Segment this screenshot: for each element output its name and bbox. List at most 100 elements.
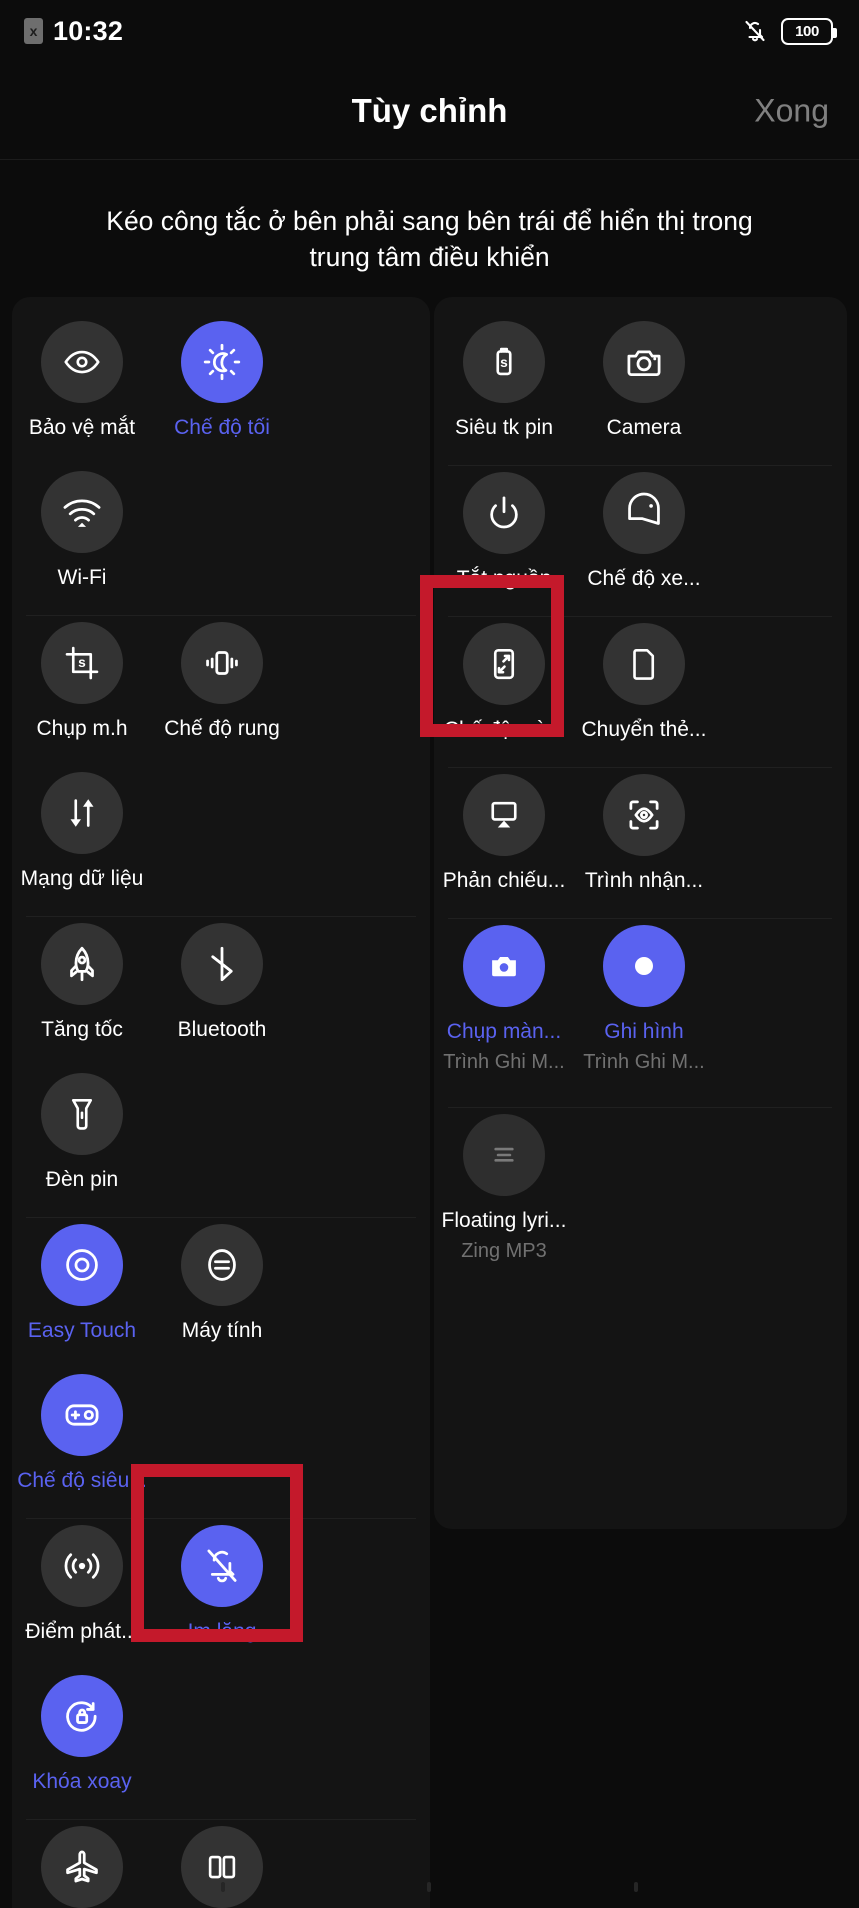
tile-trinh-nhan-dien[interactable]: Trình nhận... xyxy=(574,768,714,918)
eye-icon xyxy=(41,321,123,403)
bell-muted-icon xyxy=(181,1525,263,1607)
tile-panels: Bảo vệ mắt Chế độ tối Wi-Fi s Chụp m.h C… xyxy=(0,297,859,1908)
tile-phan-chieu[interactable]: Phản chiếu... xyxy=(434,768,574,918)
game-mode-icon xyxy=(41,1374,123,1456)
status-bar-clock: 10:32 xyxy=(53,15,124,46)
tile-label: Ghi hình xyxy=(604,1020,684,1043)
battery-full-icon: 100 xyxy=(781,17,837,45)
battery-percent-label: 100 xyxy=(795,22,819,40)
hidden-tiles-grid: s Siêu tk pin Camera Tắt nguồn Chế độ xe… xyxy=(434,315,847,1296)
tile-label: Đèn pin xyxy=(45,1168,119,1191)
tile-den-pin[interactable]: Đèn pin xyxy=(12,1067,152,1217)
tile-camera[interactable]: Camera xyxy=(574,315,714,465)
tile-diem-phat[interactable]: Điểm phát... xyxy=(12,1519,152,1669)
hidden-tiles-panel: s Siêu tk pin Camera Tắt nguồn Chế độ xe… xyxy=(433,297,847,1529)
calculator-icon xyxy=(181,1224,263,1306)
tile-sublabel: Trình Ghi M... xyxy=(583,1051,705,1074)
tile-label: Chụp m.h xyxy=(36,717,128,740)
tile-sublabel: Zing MP3 xyxy=(461,1240,547,1263)
bell-muted-icon xyxy=(743,18,767,44)
tile-che-do-rung[interactable]: Chế độ rung xyxy=(152,616,292,766)
tile-label: Chế độ siêu... xyxy=(17,1469,147,1492)
tile-che-do-sieu[interactable]: Chế độ siêu... xyxy=(12,1368,152,1518)
tile-che-do-xe[interactable]: Chế độ xe... xyxy=(574,466,714,616)
tile-bluetooth[interactable]: Bluetooth xyxy=(152,917,292,1067)
tile-label: Chế độ rung xyxy=(164,717,280,740)
tile-tach-man-hinh[interactable]: Tách màn h... xyxy=(152,1820,292,1908)
nav-dot xyxy=(633,1882,638,1892)
screen-mode-icon xyxy=(462,623,545,705)
tile-mang-du-lieu[interactable]: Mạng dữ liệu xyxy=(12,766,152,916)
tile-easy-touch[interactable]: Easy Touch xyxy=(12,1218,152,1368)
dark-mode-icon xyxy=(181,321,263,403)
rocket-boost-icon xyxy=(41,923,123,1005)
lyrics-lines-icon xyxy=(462,1114,545,1196)
screenshot-icon: s xyxy=(41,622,123,704)
status-bar: x 10:32 100 xyxy=(0,0,859,62)
tile-label: Chụp màn... xyxy=(446,1020,562,1043)
power-icon xyxy=(462,472,545,554)
tile-wifi[interactable]: Wi-Fi xyxy=(12,465,152,615)
wifi-icon xyxy=(41,471,123,553)
hotspot-icon xyxy=(41,1525,123,1607)
hint-text: Kéo công tắc ở bên phải sang bên trái để… xyxy=(106,206,753,272)
tile-may-tinh[interactable]: Máy tính xyxy=(152,1218,292,1368)
tile-label: Im lặng xyxy=(187,1620,257,1643)
tile-chuyen-the[interactable]: Chuyển thẻ... xyxy=(574,617,714,767)
page-title: Tùy chỉnh xyxy=(351,91,508,129)
tile-ghi-hinh[interactable]: Ghi hình Trình Ghi M... xyxy=(574,919,714,1107)
tile-che-do-toi[interactable]: Chế độ tối xyxy=(152,315,292,465)
navigation-hint-bar xyxy=(0,1882,859,1892)
tile-sieu-tk-pin[interactable]: s Siêu tk pin xyxy=(434,315,574,465)
svg-text:s: s xyxy=(78,655,86,670)
tile-label: Điểm phát... xyxy=(25,1620,139,1643)
tile-label: Floating lyri... xyxy=(441,1209,567,1232)
tile-khoa-xoay[interactable]: Khóa xoay xyxy=(12,1669,152,1819)
vibrate-icon xyxy=(181,622,263,704)
tile-bao-ve-mat[interactable]: Bảo vệ mắt xyxy=(12,315,152,465)
svg-text:s: s xyxy=(500,355,508,370)
enabled-tiles-grid: Bảo vệ mắt Chế độ tối Wi-Fi s Chụp m.h C… xyxy=(12,315,430,1908)
mobile-data-icon xyxy=(41,772,123,854)
tile-tat-nguon[interactable]: Tắt nguồn xyxy=(434,466,574,616)
tile-label: Camera xyxy=(606,416,682,439)
rotation-lock-icon xyxy=(41,1675,123,1757)
airplane-icon xyxy=(41,1826,123,1908)
tile-tang-toc[interactable]: Tăng tốc xyxy=(12,917,152,1067)
record-dot-icon xyxy=(602,925,685,1007)
tile-label: Bluetooth xyxy=(177,1018,267,1041)
split-screen-icon xyxy=(181,1826,263,1908)
tile-sublabel: Trình Ghi M... xyxy=(443,1051,565,1074)
tile-label: Chế độ xe... xyxy=(587,567,701,590)
scan-eye-icon xyxy=(602,774,685,856)
tile-label: Mạng dữ liệu xyxy=(20,867,144,890)
tile-chup-man-hinh[interactable]: Chụp màn... Trình Ghi M... xyxy=(434,919,574,1107)
camera-filled-icon xyxy=(462,925,545,1007)
tile-label: Chế độ mà... xyxy=(443,718,565,741)
battery-super-saver-icon: s xyxy=(462,321,545,403)
tile-floating-lyrics[interactable]: Floating lyri... Zing MP3 xyxy=(434,1108,574,1296)
status-bar-left: x 10:32 xyxy=(24,16,123,47)
tile-label: Phản chiếu... xyxy=(442,869,566,892)
nav-dot xyxy=(221,1882,226,1892)
sim-card-icon xyxy=(602,623,685,705)
flashlight-icon xyxy=(41,1073,123,1155)
done-button[interactable]: Xong xyxy=(754,92,829,129)
tile-label: Trình nhận... xyxy=(584,869,704,892)
tile-che-do-man-hinh[interactable]: Chế độ mà... xyxy=(434,617,574,767)
car-mode-icon xyxy=(602,472,685,554)
tile-label: Siêu tk pin xyxy=(454,416,554,439)
tile-im-lang[interactable]: Im lặng xyxy=(152,1519,292,1669)
camera-icon xyxy=(602,321,685,403)
tile-chup-mh[interactable]: s Chụp m.h xyxy=(12,616,152,766)
tile-label: Tắt nguồn xyxy=(456,567,552,590)
enabled-tiles-panel: Bảo vệ mắt Chế độ tối Wi-Fi s Chụp m.h C… xyxy=(12,297,430,1908)
tile-label: Tăng tốc xyxy=(41,1018,123,1041)
title-bar: Tùy chỉnh Xong xyxy=(0,62,859,160)
tile-label: Chế độ tối xyxy=(174,416,270,439)
tile-label: Chuyển thẻ... xyxy=(581,718,707,741)
cast-icon xyxy=(462,774,545,856)
tile-che-do-tren-may-bay[interactable]: Chế độ trên... xyxy=(12,1820,152,1908)
tile-label: Khóa xoay xyxy=(32,1770,132,1793)
easy-touch-icon xyxy=(41,1224,123,1306)
